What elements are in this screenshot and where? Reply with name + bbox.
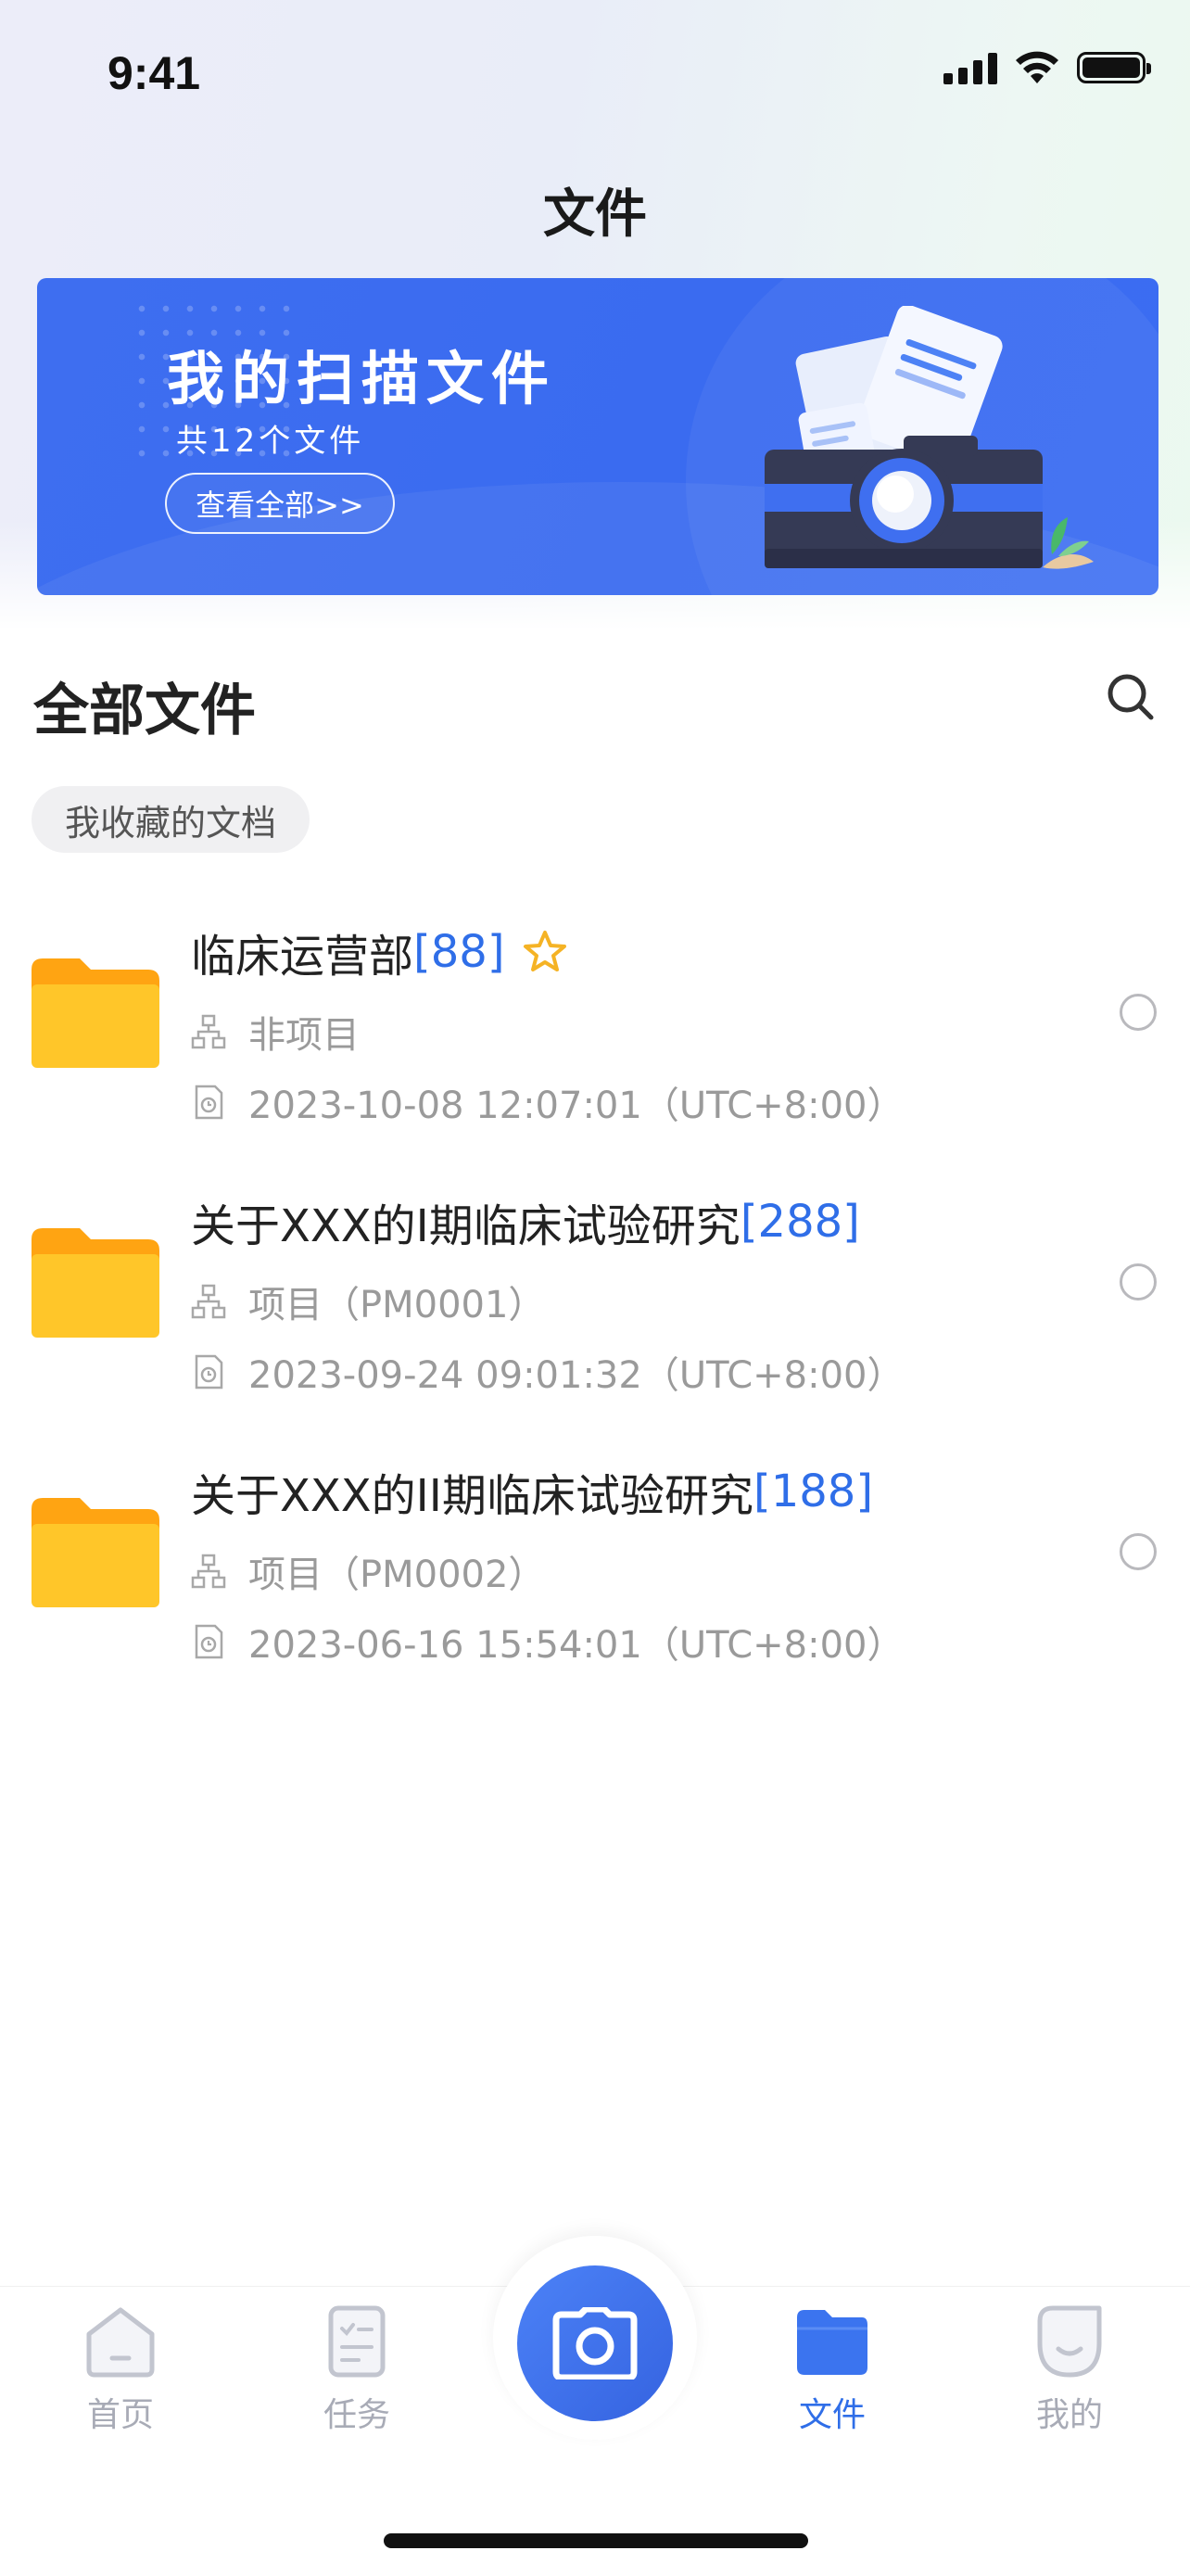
project-label: 项目（PM0002） bbox=[248, 1554, 546, 1596]
hierarchy-icon bbox=[191, 1284, 226, 1319]
tab-tasks-label: 任务 bbox=[323, 2396, 390, 2434]
scanner-camera-illustration bbox=[765, 306, 1094, 569]
file-list-item[interactable]: 临床运营部 [88] 非项目 2023-10-08 12:07:01（UTC+8:… bbox=[0, 920, 1190, 1161]
camera-scan-button[interactable] bbox=[517, 2265, 673, 2421]
file-name-text: 临床运营部 bbox=[191, 931, 414, 983]
section-title: 全部文件 bbox=[33, 679, 256, 743]
view-all-button[interactable]: 查看全部>> bbox=[165, 473, 395, 534]
status-time: 9:41 bbox=[108, 47, 201, 99]
file-name: 关于XXX的I期临床试验研究 [288] bbox=[191, 1189, 860, 1254]
home-indicator bbox=[384, 2533, 808, 2548]
folder-icon bbox=[32, 958, 159, 1068]
file-count: [88] bbox=[413, 926, 505, 978]
modified-time: 2023-10-08 12:07:01（UTC+8:00） bbox=[248, 1085, 905, 1127]
time-meta: 2023-09-24 09:01:32（UTC+8:00） bbox=[191, 1345, 904, 1399]
tab-tasks[interactable]: 任务 bbox=[283, 2303, 431, 2436]
time-meta: 2023-10-08 12:07:01（UTC+8:00） bbox=[191, 1075, 904, 1129]
tab-home[interactable]: 首页 bbox=[46, 2303, 195, 2436]
tab-profile[interactable]: 我的 bbox=[995, 2303, 1144, 2436]
file-count: [188] bbox=[753, 1466, 874, 1517]
select-radio[interactable] bbox=[1120, 994, 1157, 1031]
file-name: 临床运营部 [88] bbox=[191, 920, 568, 984]
file-list-item[interactable]: 关于XXX的II期临床试验研究 [188] 项目（PM0002） 2023-06-… bbox=[0, 1459, 1190, 1700]
wifi-icon bbox=[1016, 51, 1058, 83]
clock-document-icon bbox=[195, 1354, 223, 1390]
hierarchy-icon bbox=[191, 1554, 226, 1589]
file-name-text: 关于XXX的I期临床试验研究 bbox=[191, 1200, 741, 1252]
file-name: 关于XXX的II期临床试验研究 [188] bbox=[191, 1459, 873, 1524]
modified-time: 2023-09-24 09:01:32（UTC+8:00） bbox=[248, 1354, 905, 1397]
file-count: [288] bbox=[740, 1196, 860, 1248]
scan-files-banner[interactable]: 我的扫描文件 共12个文件 查看全部>> bbox=[37, 278, 1158, 595]
tab-profile-label: 我的 bbox=[1035, 2396, 1103, 2434]
folder-icon bbox=[32, 1228, 159, 1338]
clock-document-icon bbox=[195, 1624, 223, 1659]
project-meta: 项目（PM0001） bbox=[191, 1275, 545, 1328]
select-radio[interactable] bbox=[1120, 1533, 1157, 1570]
hierarchy-icon bbox=[191, 1014, 226, 1049]
project-label: 项目（PM0001） bbox=[248, 1284, 546, 1326]
camera-icon bbox=[552, 2307, 638, 2379]
cellular-signal-icon bbox=[943, 51, 997, 84]
profile-icon bbox=[1037, 2305, 1102, 2378]
banner-subtitle: 共12个文件 bbox=[176, 423, 365, 460]
tab-files[interactable]: 文件 bbox=[758, 2303, 906, 2436]
home-icon bbox=[86, 2307, 155, 2378]
time-meta: 2023-06-16 15:54:01（UTC+8:00） bbox=[191, 1615, 904, 1669]
select-radio[interactable] bbox=[1120, 1263, 1157, 1301]
banner-title: 我的扫描文件 bbox=[167, 345, 557, 412]
status-icons bbox=[943, 50, 1151, 85]
star-icon[interactable] bbox=[522, 929, 568, 975]
favorites-filter-chip[interactable]: 我收藏的文档 bbox=[32, 786, 310, 853]
clock-document-icon bbox=[195, 1085, 223, 1120]
folder-icon bbox=[32, 1498, 159, 1607]
project-meta: 非项目 bbox=[191, 1005, 360, 1059]
project-label: 非项目 bbox=[248, 1014, 360, 1057]
page-title: 文件 bbox=[543, 184, 647, 245]
modified-time: 2023-06-16 15:54:01（UTC+8:00） bbox=[248, 1624, 905, 1667]
search-icon[interactable] bbox=[1103, 669, 1158, 725]
project-meta: 项目（PM0002） bbox=[191, 1544, 545, 1598]
battery-icon bbox=[1077, 52, 1151, 83]
file-list-item[interactable]: 关于XXX的I期临床试验研究 [288] 项目（PM0001） 2023-09-2… bbox=[0, 1189, 1190, 1430]
file-name-text: 关于XXX的II期临床试验研究 bbox=[191, 1470, 753, 1522]
task-icon bbox=[328, 2305, 386, 2378]
folder-icon bbox=[797, 2310, 867, 2375]
tab-home-label: 首页 bbox=[86, 2396, 154, 2434]
tab-files-label: 文件 bbox=[798, 2396, 866, 2434]
